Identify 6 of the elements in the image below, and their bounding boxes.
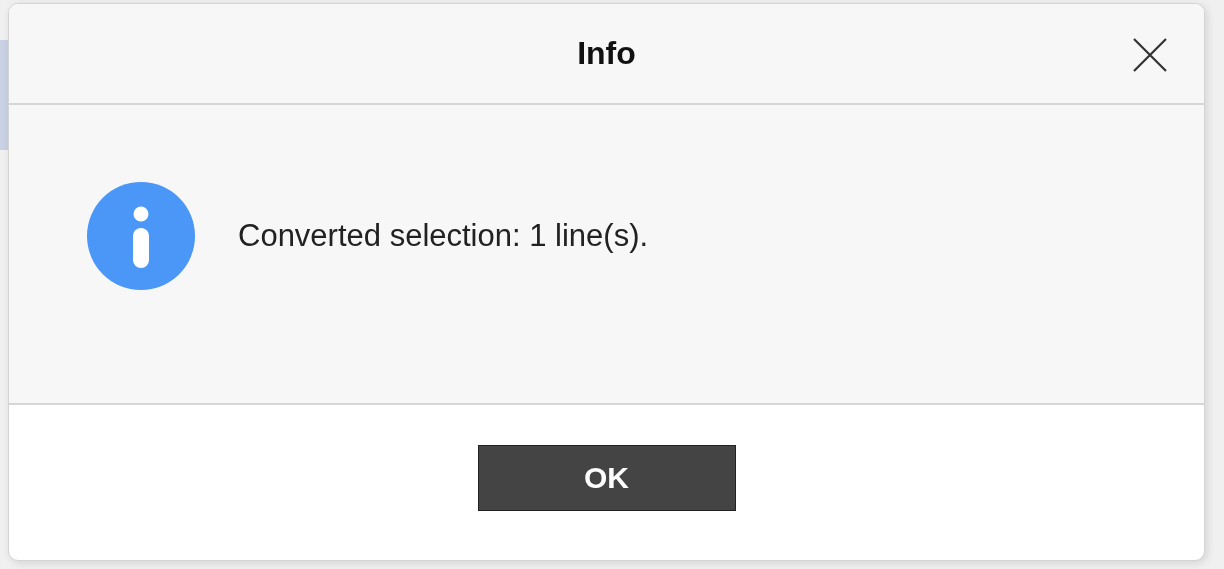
close-icon xyxy=(1133,38,1167,72)
ok-button[interactable]: OK xyxy=(477,444,736,511)
message-text: Converted selection: 1 line(s). xyxy=(238,218,649,254)
close-button[interactable] xyxy=(1132,37,1168,73)
dialog-title: Info xyxy=(577,35,636,72)
info-icon xyxy=(87,182,195,290)
